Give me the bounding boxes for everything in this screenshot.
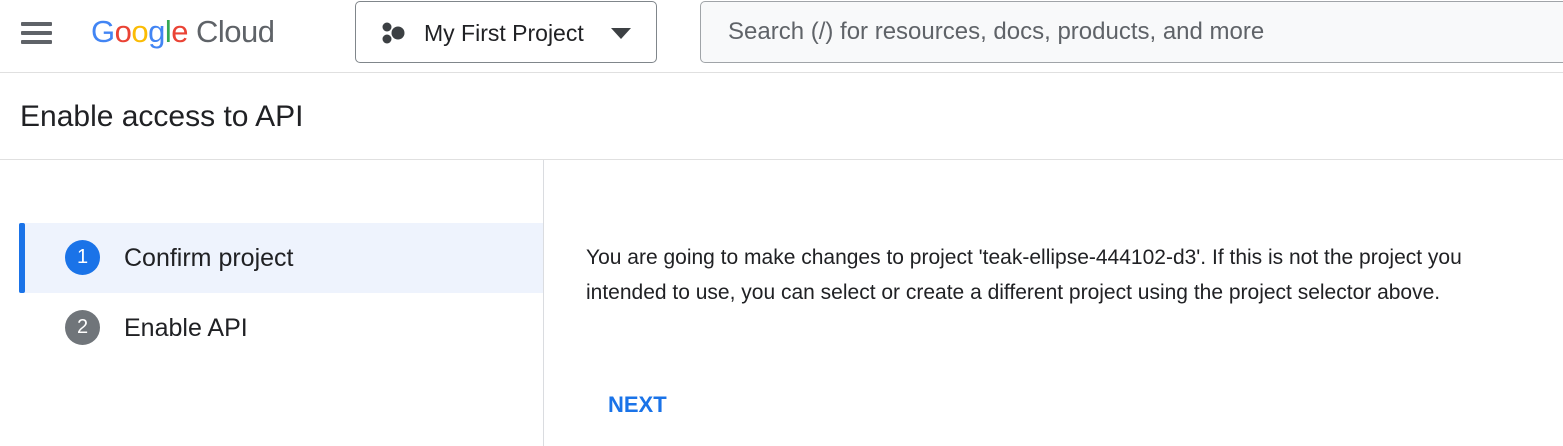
search-bar[interactable] (700, 1, 1563, 63)
step-confirm-project[interactable]: 1 Confirm project (19, 223, 543, 293)
project-selector-label: My First Project (424, 20, 584, 46)
step-label: Enable API (124, 314, 248, 342)
step-number-badge: 1 (65, 240, 100, 275)
search-input[interactable] (728, 16, 1548, 48)
google-letter: e (171, 14, 189, 49)
stepper: 1 Confirm project 2 Enable API (0, 160, 544, 446)
google-wordmark: Google (91, 14, 189, 50)
active-step-indicator (19, 223, 25, 293)
google-letter: o (114, 14, 132, 49)
next-button[interactable]: NEXT (590, 384, 685, 426)
page-header: Enable access to API (0, 73, 1563, 160)
google-letter: G (91, 14, 115, 49)
step-enable-api[interactable]: 2 Enable API (19, 293, 543, 363)
google-cloud-logo[interactable]: Google Cloud (91, 12, 275, 52)
caret-down-icon (611, 28, 631, 39)
step-label: Confirm project (124, 244, 294, 272)
step-number-badge: 2 (65, 310, 100, 345)
hamburger-menu-icon[interactable] (14, 15, 60, 51)
confirm-project-message: You are going to make changes to project… (586, 246, 1462, 304)
project-hexagon-icon (382, 22, 405, 44)
cloud-wordmark: Cloud (196, 14, 275, 49)
project-selector-button[interactable]: My First Project (355, 1, 657, 63)
google-letter: g (148, 14, 165, 49)
top-app-bar: Google Cloud My First Project (0, 0, 1563, 73)
google-letter: o (131, 14, 149, 49)
page-title: Enable access to API (20, 100, 304, 133)
step-content: You are going to make changes to project… (586, 240, 1506, 310)
